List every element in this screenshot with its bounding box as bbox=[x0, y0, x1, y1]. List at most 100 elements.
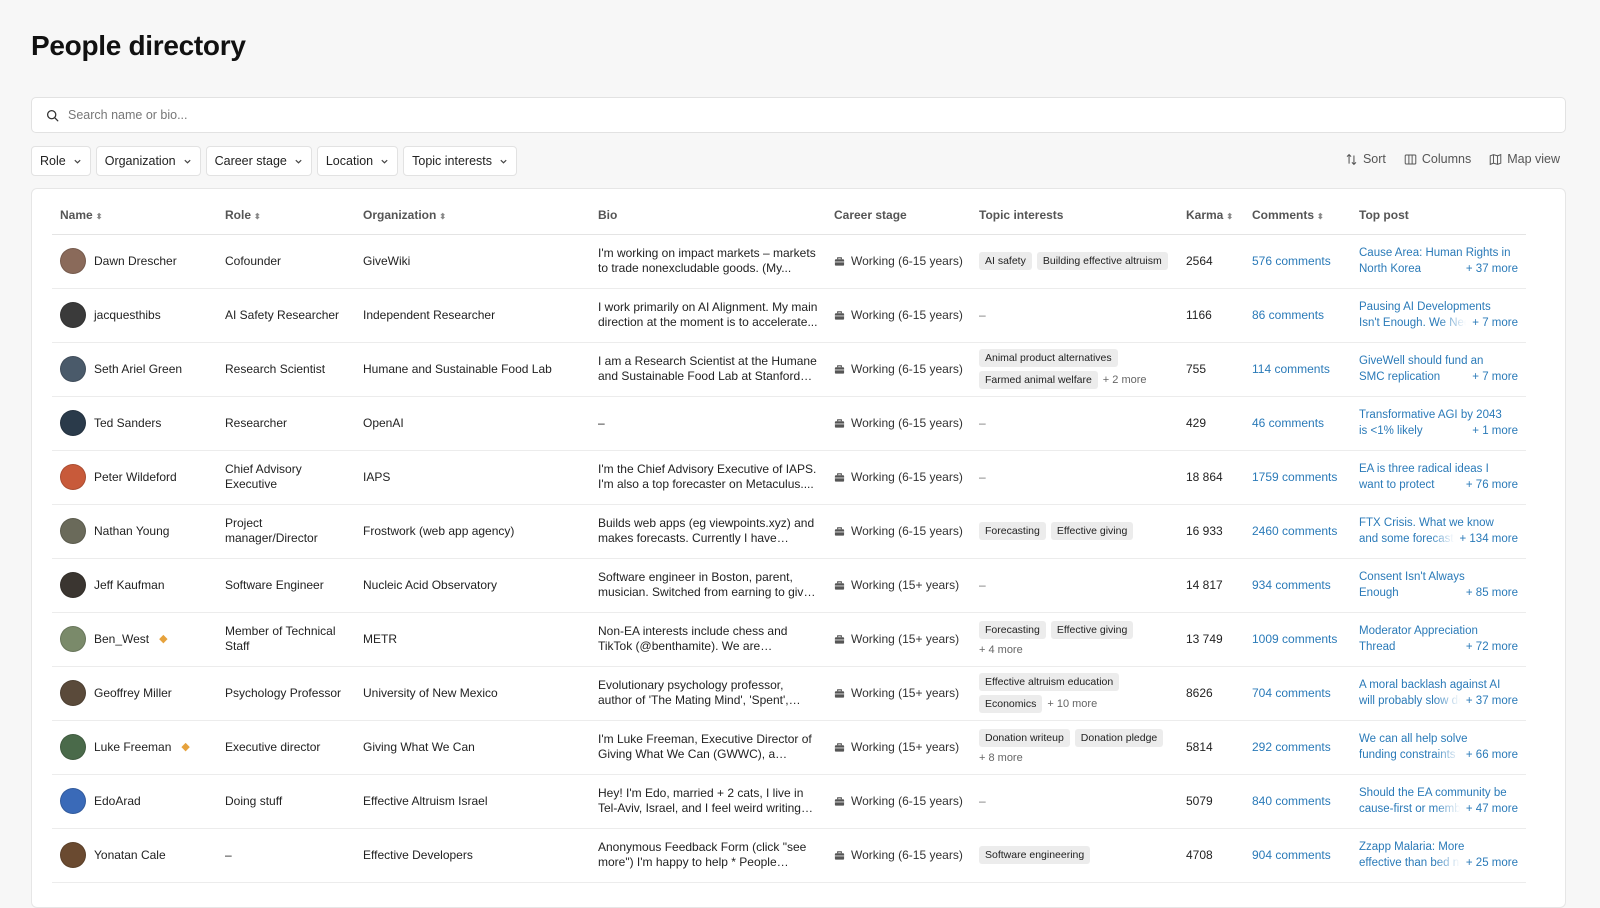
person-name[interactable]: Jeff Kaufman bbox=[94, 578, 165, 593]
avatar[interactable] bbox=[60, 626, 86, 652]
person-name[interactable]: Ben_West bbox=[94, 632, 149, 647]
more-posts-link[interactable]: + 37 more bbox=[1460, 261, 1518, 277]
top-post-link[interactable]: Moderator Appreciation Thread + 72 more bbox=[1359, 623, 1518, 655]
person-name[interactable]: Nathan Young bbox=[94, 524, 169, 539]
topic-tag[interactable]: Donation writeup bbox=[979, 728, 1070, 747]
topic-tag[interactable]: Forecasting bbox=[979, 620, 1046, 639]
filter-organization[interactable]: Organization bbox=[95, 146, 201, 176]
avatar[interactable] bbox=[60, 572, 86, 598]
table-row[interactable]: jacquesthibs AI Safety Researcher Independ… bbox=[52, 288, 1526, 343]
top-post-link[interactable]: Pausing AI Developments Isn't Enough. We … bbox=[1359, 299, 1518, 331]
column-header-name[interactable]: Name ⬍ bbox=[52, 189, 217, 235]
person-name[interactable]: Ted Sanders bbox=[94, 416, 161, 431]
column-header-organization[interactable]: Organization ⬍ bbox=[355, 189, 590, 235]
sort-arrows-icon[interactable]: ⬍ bbox=[96, 212, 103, 221]
comments-link[interactable]: 840 comments bbox=[1252, 794, 1331, 808]
avatar[interactable] bbox=[60, 518, 86, 544]
table-row[interactable]: Geoffrey Miller Psychology Professor Unive… bbox=[52, 666, 1526, 721]
sort-arrows-icon[interactable]: ⬍ bbox=[254, 212, 261, 221]
comments-link[interactable]: 114 comments bbox=[1252, 362, 1330, 376]
more-posts-link[interactable]: + 7 more bbox=[1466, 315, 1518, 331]
topic-tag[interactable]: Forecasting bbox=[979, 522, 1046, 540]
search-input[interactable] bbox=[68, 108, 1468, 122]
person-name[interactable]: Yonatan Cale bbox=[94, 848, 166, 863]
more-posts-link[interactable]: + 1 more bbox=[1466, 423, 1518, 439]
topic-tag[interactable]: Effective giving bbox=[1050, 522, 1134, 540]
table-row[interactable]: EdoArad Doing stuff Effective Altruism Isr… bbox=[52, 774, 1526, 829]
top-post-link[interactable]: FTX Crisis. What we know and some forecas… bbox=[1359, 515, 1518, 547]
table-row[interactable]: Nathan Young Project manager/Director Fros… bbox=[52, 504, 1526, 559]
comments-link[interactable]: 704 comments bbox=[1252, 686, 1331, 700]
search-bar[interactable] bbox=[31, 97, 1566, 133]
topic-tag[interactable]: AI safety bbox=[979, 252, 1032, 270]
top-post-link[interactable]: Transformative AGI by 2043 is <1% likely +… bbox=[1359, 407, 1518, 439]
filter-role[interactable]: Role bbox=[31, 146, 91, 176]
sort-arrows-icon[interactable]: ⬍ bbox=[1226, 212, 1233, 221]
top-post-link[interactable]: A moral backlash against AI will probably… bbox=[1359, 677, 1518, 709]
more-posts-link[interactable]: + 134 more bbox=[1454, 531, 1519, 547]
comments-link[interactable]: 292 comments bbox=[1252, 740, 1331, 754]
comments-link[interactable]: 86 comments bbox=[1252, 308, 1324, 322]
more-tags-link[interactable]: + 2 more bbox=[1103, 373, 1147, 388]
topic-tag[interactable]: Donation pledge bbox=[1074, 728, 1164, 747]
sort-arrows-icon[interactable]: ⬍ bbox=[1317, 212, 1324, 221]
table-row[interactable]: Peter Wildeford Chief Advisory Executive I… bbox=[52, 450, 1526, 505]
filter-topic-interests[interactable]: Topic interests bbox=[403, 146, 518, 176]
person-name[interactable]: Geoffrey Miller bbox=[94, 686, 172, 701]
topic-tag[interactable]: Effective altruism education bbox=[979, 673, 1120, 691]
top-post-link[interactable]: Should the EA community be cause-first or… bbox=[1359, 785, 1518, 817]
top-post-link[interactable]: Zzapp Malaria: More effective than bed ne… bbox=[1359, 839, 1518, 871]
avatar[interactable] bbox=[60, 410, 86, 436]
topic-tag[interactable]: Animal product alternatives bbox=[979, 349, 1118, 367]
more-posts-link[interactable]: + 85 more bbox=[1460, 585, 1518, 601]
person-name[interactable]: jacquesthibs bbox=[94, 308, 161, 323]
comments-link[interactable]: 904 comments bbox=[1252, 848, 1331, 862]
sort-arrows-icon[interactable]: ⬍ bbox=[439, 212, 446, 221]
more-tags-link[interactable]: + 4 more bbox=[979, 643, 1023, 658]
filter-location[interactable]: Location bbox=[316, 146, 399, 176]
table-row[interactable]: Luke Freeman ◆ Executive director Giving Wh… bbox=[52, 720, 1526, 775]
table-row[interactable]: Dawn Drescher Cofounder GiveWiki I'm workin… bbox=[52, 234, 1526, 289]
person-name[interactable]: Seth Ariel Green bbox=[94, 362, 182, 377]
table-row[interactable]: Ted Sanders Researcher OpenAI – Working (6-1… bbox=[52, 396, 1526, 451]
map-view-button[interactable]: Map view bbox=[1489, 152, 1560, 166]
column-header-karma[interactable]: Karma ⬍ bbox=[1178, 189, 1244, 235]
column-header-comments[interactable]: Comments ⬍ bbox=[1244, 189, 1351, 235]
sort-button[interactable]: Sort bbox=[1345, 152, 1386, 166]
avatar[interactable] bbox=[60, 302, 86, 328]
topic-tag[interactable]: Software engineering bbox=[979, 846, 1091, 864]
avatar[interactable] bbox=[60, 248, 86, 274]
avatar[interactable] bbox=[60, 788, 86, 814]
more-posts-link[interactable]: + 25 more bbox=[1460, 855, 1518, 871]
person-name[interactable]: Luke Freeman bbox=[94, 740, 171, 755]
more-posts-link[interactable]: + 72 more bbox=[1460, 639, 1518, 655]
top-post-link[interactable]: Consent Isn't Always Enough + 85 more bbox=[1359, 569, 1518, 601]
top-post-link[interactable]: GiveWell should fund an SMC replication + … bbox=[1359, 353, 1518, 385]
comments-link[interactable]: 576 comments bbox=[1252, 254, 1331, 268]
avatar[interactable] bbox=[60, 356, 86, 382]
columns-button[interactable]: Columns bbox=[1404, 152, 1471, 166]
person-name[interactable]: Peter Wildeford bbox=[94, 470, 177, 485]
topic-tag[interactable]: Farmed animal welfare bbox=[979, 371, 1098, 389]
more-tags-link[interactable]: + 8 more bbox=[979, 751, 1023, 766]
top-post-link[interactable]: EA is three radical ideas I want to prote… bbox=[1359, 461, 1518, 493]
top-post-link[interactable]: We can all help solve funding constraints… bbox=[1359, 731, 1518, 763]
top-post-link[interactable]: Cause Area: Human Rights in North Korea + … bbox=[1359, 245, 1518, 277]
table-row[interactable]: Jeff Kaufman Software Engineer Nucleic Aci… bbox=[52, 558, 1526, 613]
more-tags-link[interactable]: + 10 more bbox=[1047, 697, 1097, 712]
person-name[interactable]: Dawn Drescher bbox=[94, 254, 177, 269]
comments-link[interactable]: 934 comments bbox=[1252, 578, 1331, 592]
more-posts-link[interactable]: + 37 more bbox=[1460, 693, 1518, 709]
comments-link[interactable]: 2460 comments bbox=[1252, 524, 1337, 538]
topic-tag[interactable]: Effective giving bbox=[1050, 620, 1134, 639]
comments-link[interactable]: 1759 comments bbox=[1252, 470, 1337, 484]
avatar[interactable] bbox=[60, 734, 86, 760]
more-posts-link[interactable]: + 47 more bbox=[1460, 801, 1518, 817]
more-posts-link[interactable]: + 76 more bbox=[1460, 477, 1518, 493]
comments-link[interactable]: 1009 comments bbox=[1252, 632, 1337, 646]
table-row[interactable]: Yonatan Cale – Effective Developers Anonymo… bbox=[52, 828, 1526, 883]
person-name[interactable]: EdoArad bbox=[94, 794, 141, 809]
avatar[interactable] bbox=[60, 842, 86, 868]
filter-career-stage[interactable]: Career stage bbox=[205, 146, 312, 176]
comments-link[interactable]: 46 comments bbox=[1252, 416, 1324, 430]
